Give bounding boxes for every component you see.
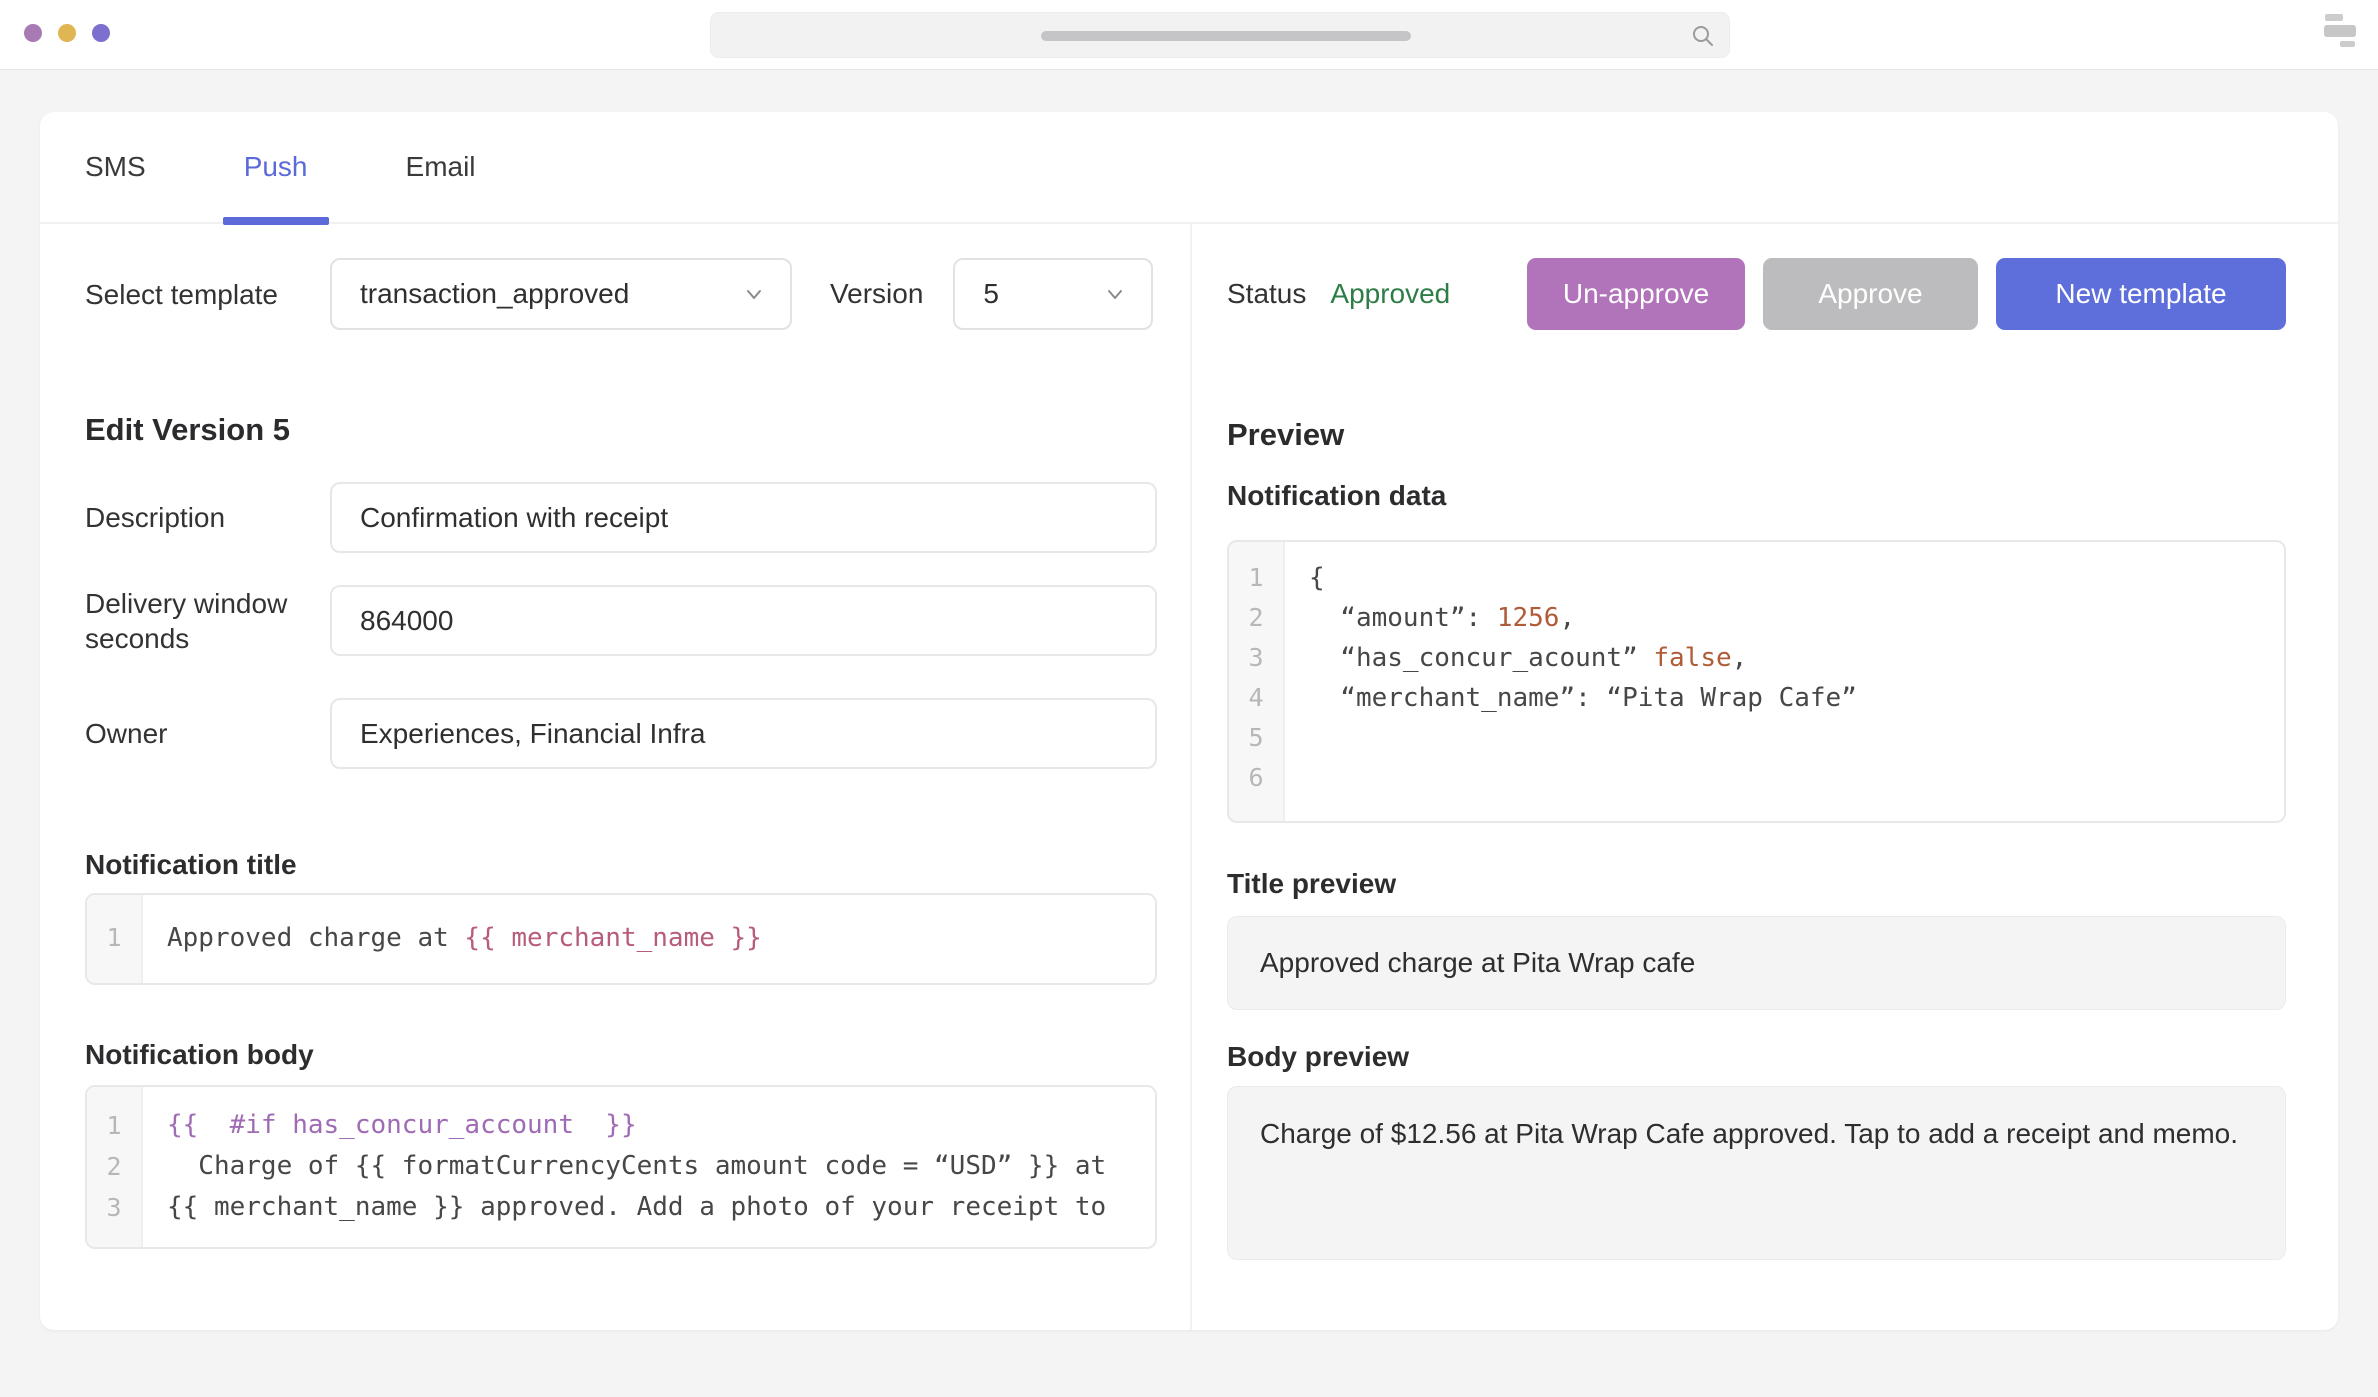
active-tab-underline: [223, 217, 329, 225]
window-stack-icon[interactable]: [2324, 14, 2358, 54]
code-line[interactable]: “amount”: 1256,: [1309, 598, 2284, 638]
notification-title-heading: Notification title: [85, 849, 1157, 881]
approve-button[interactable]: Approve: [1763, 258, 1978, 330]
window-control-close-icon[interactable]: [24, 24, 42, 42]
line-number: 4: [1229, 678, 1283, 718]
tab-push-label: Push: [244, 151, 308, 183]
delivery-window-field[interactable]: [330, 585, 1157, 656]
preview-heading: Preview: [1227, 417, 2286, 453]
code-line[interactable]: {{ merchant_name }} approved. Add a phot…: [167, 1187, 1155, 1228]
code-line[interactable]: Charge of {{ formatCurrencyCents amount …: [167, 1146, 1155, 1187]
notification-body-editor[interactable]: 123 {{ #if has_concur_account }} Charge …: [85, 1085, 1157, 1249]
address-search-bar[interactable]: [710, 12, 1730, 58]
window-control-minimize-icon[interactable]: [58, 24, 76, 42]
edit-version-heading: Edit Version 5: [85, 412, 1157, 448]
tab-email-label: Email: [406, 151, 476, 183]
code-line[interactable]: “merchant_name”: “Pita Wrap Cafe”: [1309, 678, 2284, 718]
description-field[interactable]: [330, 482, 1157, 553]
notification-body-heading: Notification body: [85, 1039, 1157, 1071]
line-number-gutter: 1: [87, 895, 143, 983]
line-number: 1: [87, 1105, 141, 1146]
tab-push[interactable]: Push: [244, 111, 308, 223]
code-line[interactable]: Approved charge at {{ merchant_name }}: [167, 921, 1155, 955]
line-number: 5: [1229, 718, 1283, 758]
delivery-window-label: Delivery window seconds: [85, 586, 330, 656]
template-select[interactable]: transaction_approved: [330, 258, 792, 330]
line-number: 1: [1229, 558, 1283, 598]
line-number: 6: [1229, 758, 1283, 798]
window-control-maximize-icon[interactable]: [92, 24, 110, 42]
owner-field[interactable]: [330, 698, 1157, 769]
body-preview-box: Charge of $12.56 at Pita Wrap Cafe appro…: [1227, 1086, 2286, 1260]
select-template-label: Select template: [85, 277, 330, 312]
line-number: 3: [87, 1187, 141, 1228]
line-number-gutter: 123: [87, 1087, 143, 1247]
line-number-gutter: 123456: [1229, 542, 1285, 821]
chevron-down-icon: [1103, 282, 1127, 306]
title-preview-box: Approved charge at Pita Wrap cafe: [1227, 916, 2286, 1010]
title-preview-text: Approved charge at Pita Wrap cafe: [1260, 947, 1695, 979]
url-placeholder-bar: [1041, 31, 1411, 41]
line-number: 2: [87, 1146, 141, 1187]
code-line[interactable]: [1309, 758, 2284, 798]
code-area[interactable]: { “amount”: 1256, “has_concur_acount” fa…: [1285, 542, 2284, 821]
tab-sms-label: SMS: [85, 151, 146, 183]
status-label: Status: [1227, 278, 1306, 310]
code-line[interactable]: {: [1309, 558, 2284, 598]
tab-email[interactable]: Email: [406, 111, 476, 223]
title-preview-heading: Title preview: [1227, 868, 2286, 900]
preview-panel: Status Approved Un-approve Approve New t…: [1190, 224, 2338, 1330]
window-titlebar: [0, 0, 2378, 70]
code-line[interactable]: [1309, 718, 2284, 758]
new-template-button[interactable]: New template: [1996, 258, 2286, 330]
unapprove-button[interactable]: Un-approve: [1527, 258, 1745, 330]
line-number: 1: [87, 921, 141, 955]
line-number: 3: [1229, 638, 1283, 678]
version-select[interactable]: 5: [953, 258, 1153, 330]
code-area[interactable]: {{ #if has_concur_account }} Charge of {…: [143, 1087, 1155, 1247]
line-number: 2: [1229, 598, 1283, 638]
code-line[interactable]: {{ #if has_concur_account }}: [167, 1105, 1155, 1146]
status-badge: Approved: [1330, 278, 1450, 310]
action-buttons: Un-approve Approve New template: [1527, 258, 2286, 330]
channel-tabs: SMS Push Email: [40, 112, 2338, 224]
owner-label: Owner: [85, 716, 330, 751]
notification-title-editor[interactable]: 1 Approved charge at {{ merchant_name }}: [85, 893, 1157, 985]
notification-data-editor[interactable]: 123456 { “amount”: 1256, “has_concur_aco…: [1227, 540, 2286, 823]
version-label: Version: [830, 278, 923, 310]
code-line[interactable]: “has_concur_acount” false,: [1309, 638, 2284, 678]
notification-data-heading: Notification data: [1227, 480, 2286, 512]
chevron-down-icon: [742, 282, 766, 306]
description-label: Description: [85, 500, 330, 535]
template-editor-card: SMS Push Email Select template transacti…: [40, 112, 2338, 1330]
body-preview-text: Charge of $12.56 at Pita Wrap Cafe appro…: [1260, 1118, 2238, 1149]
tab-sms[interactable]: SMS: [85, 111, 146, 223]
window-controls: [24, 24, 110, 42]
code-area[interactable]: Approved charge at {{ merchant_name }}: [143, 895, 1155, 983]
version-select-value: 5: [983, 278, 999, 310]
template-select-value: transaction_approved: [360, 278, 629, 310]
edit-panel: Select template transaction_approved Ver…: [40, 224, 1190, 1330]
body-preview-heading: Body preview: [1227, 1041, 2286, 1073]
search-icon: [1691, 24, 1715, 48]
